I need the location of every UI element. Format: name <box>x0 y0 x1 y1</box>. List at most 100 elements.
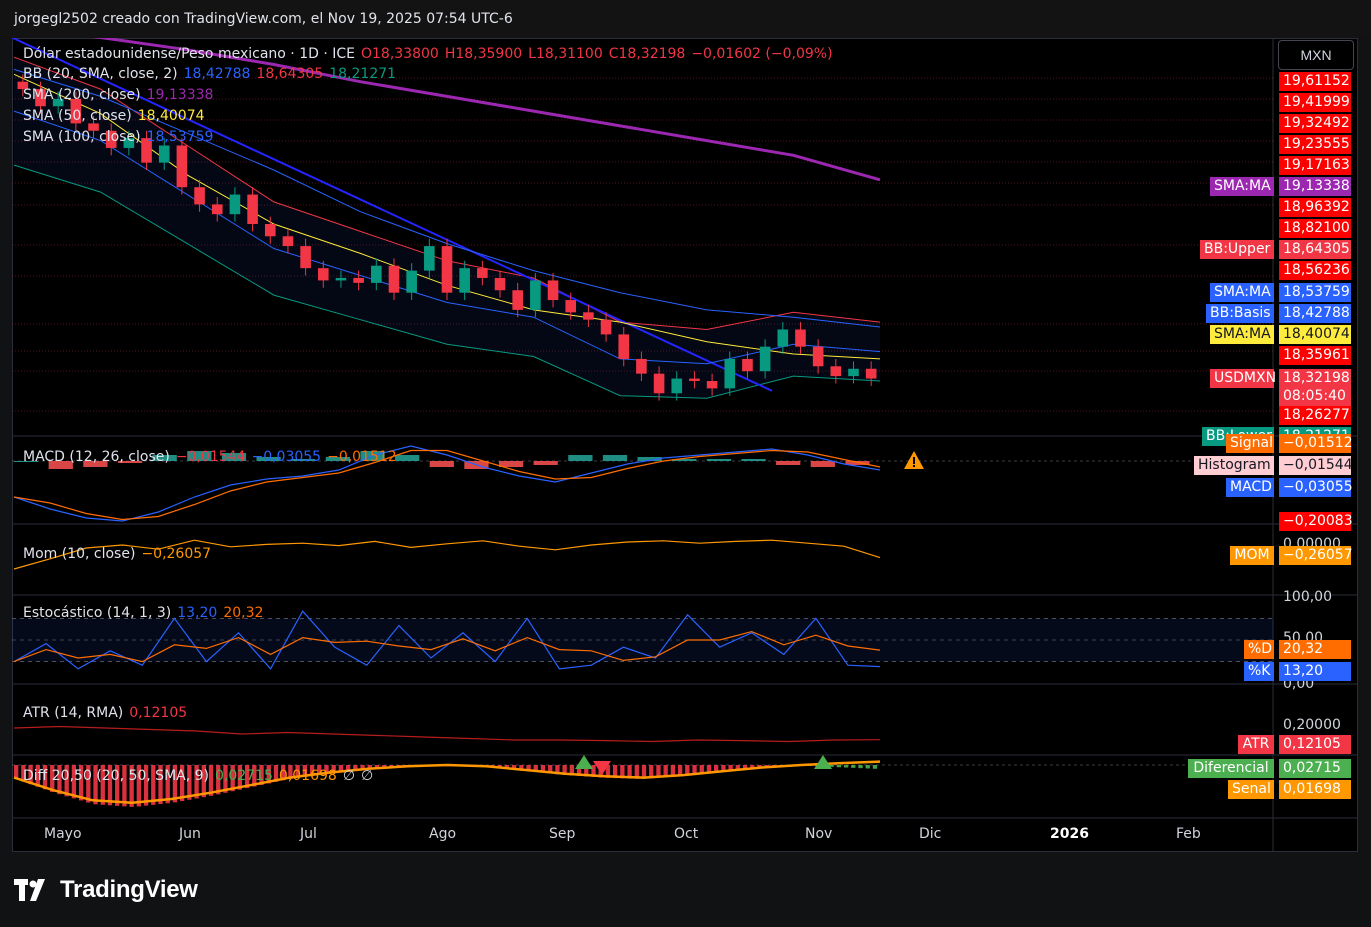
indicator-tag-name: SMA:MA <box>1210 283 1274 302</box>
price-axis-label: 19,61152 <box>1279 72 1351 91</box>
diff-legend-label[interactable]: Diff 20,50 (20, 50, SMA, 9) <box>23 768 209 784</box>
macd-hist-value: −0,01544 <box>175 449 246 465</box>
logo-text: TradingView <box>60 876 198 903</box>
cross-up-marker <box>814 755 832 769</box>
candle-body <box>671 378 683 394</box>
price-axis-label: 18,35961 <box>1279 346 1351 365</box>
candle-body <box>406 270 417 293</box>
tradingview-logo[interactable]: TradingView <box>14 873 198 907</box>
macd-histogram-bar <box>568 455 593 461</box>
candle-body <box>247 194 258 224</box>
diff-na-1: ∅ <box>342 768 356 784</box>
indicator-value: 18,21271 <box>329 66 397 82</box>
indicator-label[interactable]: BB (20, SMA, close, 2) <box>23 66 178 82</box>
macd-histogram-bar <box>741 459 766 461</box>
candle-body <box>300 246 311 269</box>
diff-legend: Diff 20,50 (20, 50, SMA, 9) 0,02715 0,0169… <box>23 766 379 786</box>
indicator-tag-value: 18,64305 <box>1279 240 1351 259</box>
macd-histogram-bar <box>810 461 835 467</box>
indicator-tag-name: Senal <box>1228 780 1274 799</box>
close-value: C18,32198 <box>608 46 686 62</box>
mom-legend-label[interactable]: Mom (10, close) <box>23 546 135 562</box>
price-axis-label: 18,56236 <box>1279 261 1351 280</box>
indicator-value: 19,13338 <box>146 87 214 103</box>
candle-body <box>441 246 453 293</box>
candle-body <box>282 236 294 247</box>
diff-histogram-bar <box>872 765 878 769</box>
candle-body <box>777 329 789 347</box>
indicator-label[interactable]: SMA (200, close) <box>23 87 141 103</box>
diff-histogram-bar <box>836 765 842 768</box>
indicator-tag-name: Diferencial <box>1188 759 1274 778</box>
indicator-label[interactable]: SMA (100, close) <box>23 129 141 145</box>
indicator-tag-name: MOM <box>1230 546 1274 565</box>
indicator-tag-name: %K <box>1244 662 1274 681</box>
warning-icon[interactable] <box>903 450 925 470</box>
indicator-label[interactable]: SMA (50, close) <box>23 108 132 124</box>
indicator-tag-value: 0,02715 <box>1279 759 1351 778</box>
candle-body <box>848 368 859 377</box>
candle-body <box>812 346 824 367</box>
mom-legend: Mom (10, close) −0,26057 <box>23 544 217 564</box>
indicator-tag-name: MACD <box>1226 478 1274 497</box>
author-credit: jorgegl2502 creado con TradingView.com, … <box>14 11 513 27</box>
symbol-title[interactable]: Dólar estadounidense/Peso mexicano · 1D … <box>23 46 355 62</box>
macd-legend-label[interactable]: MACD (12, 26, close) <box>23 449 170 465</box>
time-axis-label: Mayo <box>44 826 82 842</box>
indicator-tag-value: 0,01698 <box>1279 780 1351 799</box>
candle-body <box>618 334 630 359</box>
time-axis-label: 2026 <box>1050 826 1089 842</box>
indicator-legend-row: SMA (100, close) 18,53759 <box>23 127 219 147</box>
atr-line <box>13 725 881 743</box>
macd-axis-label: −0,20083 <box>1279 512 1353 531</box>
macd-line-value: −0,03055 <box>251 449 322 465</box>
atr-legend-label[interactable]: ATR (14, RMA) <box>23 705 123 721</box>
chart-canvas[interactable] <box>12 38 1358 852</box>
time-axis-label: Ago <box>429 826 457 842</box>
diff-value: 0,02715 <box>215 768 273 784</box>
candle-body <box>353 277 364 283</box>
candle-body <box>742 358 753 372</box>
indicator-legend-row: BB (20, SMA, close, 2) 18,42788 18,64305 18… <box>23 64 402 84</box>
indicator-legend-row: SMA (50, close) 18,40074 <box>23 106 211 126</box>
macd-histogram-bar <box>776 461 801 465</box>
candle-body <box>317 268 329 281</box>
indicator-value: 18,64305 <box>256 66 324 82</box>
macd-histogram-bar <box>429 461 454 467</box>
top-bar: jorgegl2502 creado con TradingView.com, … <box>0 0 1371 38</box>
atr-value: 0,12105 <box>129 705 188 721</box>
price-axis-label: 18,96392 <box>1279 198 1351 217</box>
diff-histogram-bar <box>865 765 870 769</box>
price-axis-label: 19,41999 <box>1279 93 1351 112</box>
macd-legend: MACD (12, 26, close) −0,01544 −0,03055 −0,0… <box>23 447 403 467</box>
candle-body <box>583 312 594 320</box>
stoch-k-value: 13,20 <box>177 605 218 621</box>
indicator-tag-name: Signal <box>1226 434 1274 453</box>
price-axis-label: 19,32492 <box>1279 114 1351 133</box>
stoch-legend-label[interactable]: Estocástico (14, 1, 3) <box>23 605 171 621</box>
candle-body <box>565 300 577 313</box>
candle-body <box>424 246 435 271</box>
time-axis-label: Jul <box>300 826 317 842</box>
atr-legend: ATR (14, RMA) 0,12105 <box>23 703 193 723</box>
stoch-legend: Estocástico (14, 1, 3) 13,20 20,32 <box>23 603 269 623</box>
candle-body <box>176 145 188 188</box>
indicator-tag-value: −0,26057 <box>1279 546 1353 565</box>
candle-body <box>264 224 276 237</box>
candle-body <box>194 187 205 205</box>
indicator-tag-value: 13,20 <box>1279 662 1351 681</box>
price-axis-label: 19,23555 <box>1279 135 1351 154</box>
time-axis-label: Feb <box>1176 826 1201 842</box>
indicator-tag-value: −0,01544 <box>1279 456 1353 475</box>
indicator-tag-name: USDMXN <box>1210 369 1276 388</box>
price-axis-label: 18,26277 <box>1279 406 1351 425</box>
indicator-tag-value: 08:05:40 <box>1279 387 1351 406</box>
currency-button[interactable]: MXN <box>1278 40 1354 70</box>
macd-histogram-bar <box>602 455 628 461</box>
candle-body <box>512 290 523 310</box>
main-legend: Dólar estadounidense/Peso mexicano · 1D … <box>23 44 839 64</box>
diff-histogram-bar <box>851 765 856 768</box>
candle-body <box>795 329 806 347</box>
price-axis-label: 19,17163 <box>1279 156 1351 175</box>
macd-histogram-bar <box>533 461 558 465</box>
